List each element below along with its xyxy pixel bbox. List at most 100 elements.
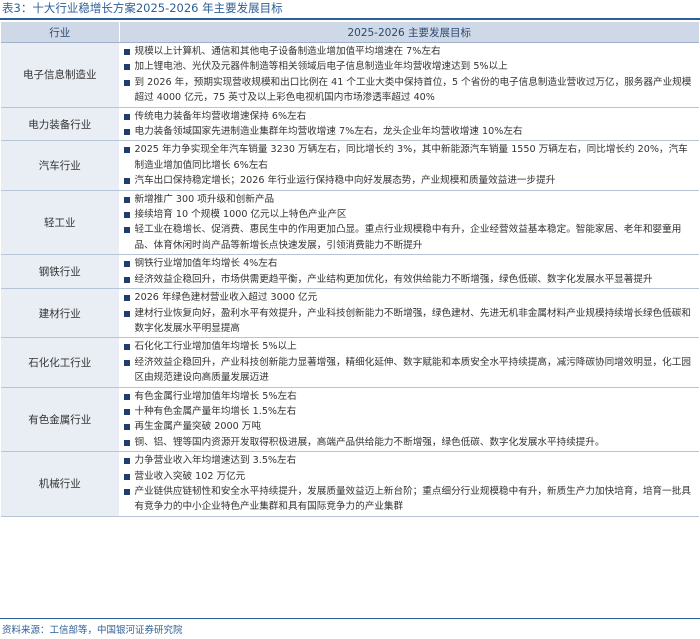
square-bullet-icon	[123, 261, 130, 268]
sector-cell: 有色金属行业	[1, 387, 120, 453]
goal-item: 经济效益企稳回升，市场供需更趋平衡，产业结构更加优化，有效供给能力不断增强，绿色…	[123, 272, 696, 287]
goal-text: 2025 年力争实现全年汽车销量 3230 万辆左右，同比增长约 3%，其中新能…	[134, 144, 688, 171]
goal-item: 石化化工行业增加值年均增长 5%以上	[123, 339, 696, 354]
goal-item: 经济效益企稳回升，产业科技创新能力显著增强，精细化延伸、数字赋能和本质安全水平持…	[123, 355, 696, 386]
goal-text: 汽车出口保持稳定增长；2026 年行业运行保持稳中向好发展态势，产业规模和质量效…	[134, 175, 556, 187]
table-row: 电力装备行业 传统电力装备年均营收增速保持 6%左右电力装备领域国家先进制造业集群…	[1, 107, 699, 142]
sector-cell: 建材行业	[1, 288, 120, 339]
goals-cell: 力争营业收入年均增速达到 3.5%左右 营业收入突破 102 万亿元产业链供应链韧…	[119, 451, 699, 517]
sector-cell: 钢铁行业	[1, 254, 120, 290]
goal-text: 新增推广 300 项升级和创新产品	[134, 193, 275, 205]
table-row: 机械行业 力争营业收入年均增速达到 3.5%左右 营业收入突破 102 万亿元 产业链…	[1, 451, 699, 517]
square-bullet-icon	[123, 147, 130, 154]
table-row: 汽车行业 2025 年力争实现全年汽车销量 3230 万辆左右，同比增长约 3%，…	[1, 140, 699, 191]
goals-cell: 2026 年绿色建材营业收入超过 3000 亿元建材行业恢复向好，盈利水平有效提…	[119, 288, 699, 339]
goal-item: 规模以上计算机、通信和其他电子设备制造业增加值平均增速在 7%左右	[123, 44, 696, 59]
goal-item: 产业链供应链韧性和安全水平持续提升，发展质量效益迈上新台阶；重点细分行业规模稳中…	[123, 484, 696, 515]
header-sector: 行业	[1, 22, 119, 43]
table-row: 轻工业 新增推广 300 项升级和创新产品 接续培育 10 个规模 1000 亿元以…	[1, 190, 699, 256]
table-row: 建材行业 2026 年绿色建材营业收入超过 3000 亿元 建材行业恢复向好，盈利水…	[1, 288, 699, 339]
table-header-row: 行业 2025-2026 主要发展目标	[1, 22, 699, 43]
square-bullet-icon	[123, 113, 130, 120]
square-bullet-icon	[123, 227, 130, 234]
goal-item: 2025 年力争实现全年汽车销量 3230 万辆左右，同比增长约 3%，其中新能…	[123, 142, 696, 173]
goal-text: 石化化工行业增加值年均增长 5%以上	[134, 341, 297, 353]
square-bullet-icon	[123, 458, 130, 465]
goal-text: 轻工业在稳增长、促消费、惠民生中的作用更加凸显。重点行业规模稳中有升，企业经营效…	[134, 224, 682, 251]
goal-text: 经济效益企稳回升，产业科技创新能力显著增强，精细化延伸、数字赋能和本质安全水平持…	[134, 356, 691, 384]
goals-cell: 规模以上计算机、通信和其他电子设备制造业增加值平均增速在 7%左右加上锂电池、光…	[119, 42, 699, 108]
goal-item: 有色金属行业增加值年均增长 5%左右	[123, 389, 696, 404]
goal-item: 钢铁行业增加值年均增长 4%左右	[123, 256, 696, 271]
goal-text: 力争营业收入年均增速达到 3.5%左右	[134, 455, 297, 467]
sector-cell: 电力装备行业	[1, 107, 120, 142]
square-bullet-icon	[123, 393, 130, 400]
goal-item: 铜、铝、锂等国内资源开发取得积极进展，高端产品供给能力不断增强，绿色低碳、数字化…	[123, 435, 696, 450]
header-goals: 2025-2026 主要发展目标	[118, 22, 699, 43]
square-bullet-icon	[123, 64, 130, 71]
goal-item: 力争营业收入年均增速达到 3.5%左右	[123, 453, 696, 468]
goal-item: 到 2026 年，预期实现营收规模和出口比例在 41 个工业大类中保持首位，5 …	[123, 75, 696, 106]
square-bullet-icon	[123, 79, 130, 86]
source-note: 资料来源：工信部等，中国银河证券研究院	[2, 625, 183, 636]
square-bullet-icon	[123, 49, 130, 55]
sector-cell: 电子信息制造业	[1, 42, 120, 108]
goal-item: 汽车出口保持稳定增长；2026 年行业运行保持稳中向好发展态势，产业规模和质量效…	[123, 173, 696, 188]
goal-item: 接续培育 10 个规模 1000 亿元以上特色产业产区	[123, 207, 696, 222]
goal-text: 电力装备领域国家先进制造业集群年均营收增速 7%左右，龙头企业年均营收增速 10…	[134, 126, 523, 138]
goals-cell: 石化化工行业增加值年均增长 5%以上经济效益企稳回升，产业科技创新能力显著增强，…	[119, 337, 699, 388]
table-row: 石化化工行业 石化化工行业增加值年均增长 5%以上 经济效益企稳回升，产业科技创新能…	[1, 337, 699, 388]
goals-cell: 有色金属行业增加值年均增长 5%左右 十种有色金属产量年均增长 1.5%左右 再生金…	[119, 387, 699, 453]
goal-text: 到 2026 年，预期实现营收规模和出口比例在 41 个工业大类中保持首位，5 …	[134, 76, 692, 104]
square-bullet-icon	[123, 310, 130, 317]
goal-text: 再生金属产量突破 2000 万吨	[134, 421, 261, 433]
goal-text: 有色金属行业增加值年均增长 5%左右	[134, 390, 297, 402]
table-caption: 表3：十大行业稳增长方案2025-2026 年主要发展目标	[2, 1, 283, 15]
sector-cell: 机械行业	[1, 451, 120, 517]
goal-text: 加上锂电池、光伏及元器件制造等相关领域后电子信息制造业年均营收增速达到 5%以上	[134, 61, 508, 73]
goal-text: 十种有色金属产量年均增长 1.5%左右	[134, 405, 297, 417]
goal-text: 2026 年绿色建材营业收入超过 3000 亿元	[134, 292, 318, 304]
square-bullet-icon	[123, 129, 130, 136]
goals-cell: 钢铁行业增加值年均增长 4%左右经济效益企稳回升，市场供需更趋平衡，产业结构更加…	[119, 254, 699, 290]
goal-item: 电力装备领域国家先进制造业集群年均营收增速 7%左右，龙头企业年均营收增速 10…	[123, 124, 696, 139]
goal-item: 再生金属产量突破 2000 万吨	[123, 419, 696, 434]
square-bullet-icon	[123, 212, 130, 219]
goals-cell: 2025 年力争实现全年汽车销量 3230 万辆左右，同比增长约 3%，其中新能…	[119, 140, 699, 191]
goal-text: 接续培育 10 个规模 1000 亿元以上特色产业产区	[134, 209, 347, 221]
goals-table: 行业 2025-2026 主要发展目标 电子信息制造业 规模以上计算机、通信和其他…	[1, 22, 699, 517]
square-bullet-icon	[123, 359, 130, 366]
table-row: 有色金属行业 有色金属行业增加值年均增长 5%左右 十种有色金属产量年均增长 1.5…	[1, 387, 699, 453]
goal-text: 钢铁行业增加值年均增长 4%左右	[134, 258, 278, 270]
footer-rule	[0, 618, 700, 619]
sector-cell: 石化化工行业	[1, 337, 120, 388]
table-row: 钢铁行业 钢铁行业增加值年均增长 4%左右 经济效益企稳回升，市场供需更趋平衡，产业…	[1, 254, 699, 290]
square-bullet-icon	[123, 473, 130, 480]
goal-item: 传统电力装备年均营收增速保持 6%左右	[123, 109, 696, 124]
square-bullet-icon	[123, 344, 130, 351]
goal-item: 加上锂电池、光伏及元器件制造等相关领域后电子信息制造业年均营收增速达到 5%以上	[123, 59, 696, 74]
caption-rule	[0, 18, 700, 20]
goal-text: 传统电力装备年均营收增速保持 6%左右	[134, 110, 307, 122]
goal-text: 经济效益企稳回升，市场供需更趋平衡，产业结构更加优化，有效供给能力不断增强，绿色…	[134, 273, 653, 285]
square-bullet-icon	[123, 276, 130, 283]
goal-item: 十种有色金属产量年均增长 1.5%左右	[123, 404, 696, 419]
square-bullet-icon	[123, 488, 130, 495]
goal-item: 2026 年绿色建材营业收入超过 3000 亿元	[123, 290, 696, 305]
square-bullet-icon	[123, 408, 130, 415]
goal-item: 营业收入突破 102 万亿元	[123, 469, 696, 484]
table-body: 电子信息制造业 规模以上计算机、通信和其他电子设备制造业增加值平均增速在 7%左右…	[1, 42, 699, 517]
sector-cell: 轻工业	[1, 190, 120, 256]
square-bullet-icon	[123, 178, 130, 185]
goal-text: 规模以上计算机、通信和其他电子设备制造业增加值平均增速在 7%左右	[134, 46, 441, 57]
goal-item: 新增推广 300 项升级和创新产品	[123, 192, 696, 207]
goal-text: 产业链供应链韧性和安全水平持续提升，发展质量效益迈上新台阶；重点细分行业规模稳中…	[134, 485, 691, 513]
goal-item: 轻工业在稳增长、促消费、惠民生中的作用更加凸显。重点行业规模稳中有升，企业经营效…	[123, 222, 696, 253]
square-bullet-icon	[123, 439, 130, 446]
goal-item: 建材行业恢复向好，盈利水平有效提升，产业科技创新能力不断增强，绿色建材、先进无机…	[123, 306, 696, 337]
goal-text: 营业收入突破 102 万亿元	[134, 470, 246, 482]
square-bullet-icon	[123, 295, 130, 302]
goals-cell: 新增推广 300 项升级和创新产品接续培育 10 个规模 1000 亿元以上特色…	[119, 190, 699, 256]
square-bullet-icon	[123, 196, 130, 203]
sector-cell: 汽车行业	[1, 140, 120, 191]
